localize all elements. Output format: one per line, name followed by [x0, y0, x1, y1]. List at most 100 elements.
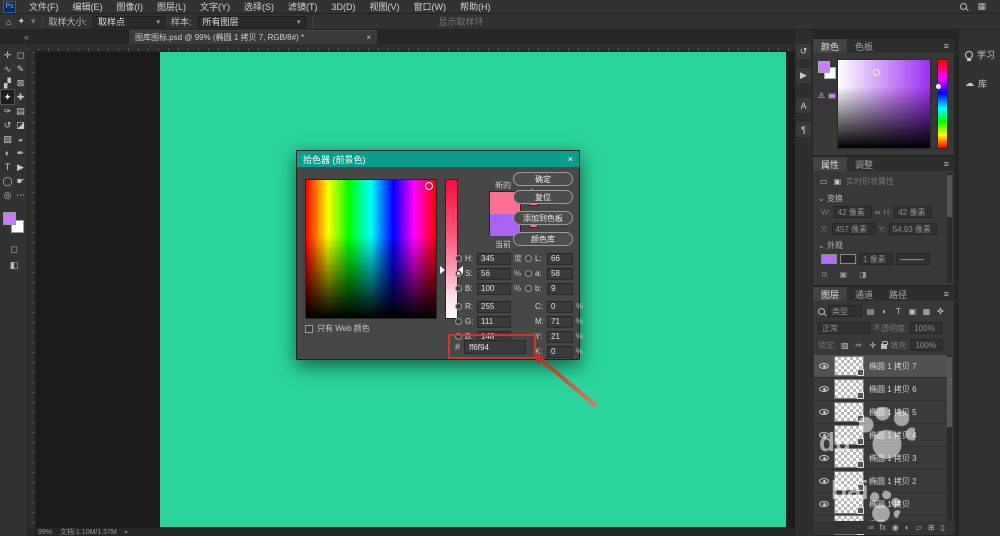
lab-a-input[interactable]: 58 — [547, 268, 573, 280]
menu-help[interactable]: 帮助(H) — [453, 0, 498, 13]
libraries-panel-button[interactable]: ☁ 库 — [965, 77, 987, 90]
hand-tool[interactable]: ☛ — [14, 174, 27, 188]
height-input[interactable]: 42 像素 — [894, 206, 932, 218]
paragraph-panel-icon[interactable]: ¶ — [796, 122, 811, 137]
visibility-eye-icon[interactable] — [819, 363, 829, 369]
move-tool[interactable]: ✛ — [1, 48, 14, 62]
menu-view[interactable]: 视图(V) — [363, 0, 407, 13]
healing-brush-tool[interactable]: ✚ — [14, 90, 27, 104]
layer-name[interactable]: 椭圆 1 拷贝 3 — [869, 453, 917, 464]
filter-smart-object-icon[interactable]: ▦ — [921, 307, 932, 316]
stroke-align-icon[interactable]: ⊙ — [821, 270, 828, 279]
zoom-level[interactable]: 99% — [38, 529, 52, 536]
visibility-eye-icon[interactable] — [819, 501, 829, 507]
lock-position-icon[interactable]: ✛ — [867, 341, 878, 350]
layer-name[interactable]: 椭圆 1 拷贝 — [869, 499, 910, 510]
layer-thumbnail[interactable] — [834, 379, 864, 399]
layer-row[interactable]: 椭圆 1 拷贝 2 — [814, 470, 949, 493]
adjustment-layer-icon[interactable]: ◐ — [905, 523, 910, 532]
stroke-width-input[interactable]: 1 像素 — [859, 253, 893, 265]
menu-type[interactable]: 文字(Y) — [193, 0, 237, 13]
menu-select[interactable]: 选择(S) — [237, 0, 281, 13]
eraser-tool[interactable]: ◪ — [14, 118, 27, 132]
lab-b-input[interactable]: 9 — [547, 283, 573, 295]
green-input[interactable]: 111 — [477, 316, 511, 328]
blur-tool[interactable]: ◒ — [14, 132, 27, 146]
hue-radio[interactable] — [455, 255, 462, 262]
workspace-icon[interactable]: ▦ — [977, 1, 986, 12]
saturation-input[interactable]: 56 — [477, 268, 511, 280]
pen-tool[interactable]: ✒ — [14, 146, 27, 160]
layer-thumbnail[interactable] — [834, 356, 864, 376]
eyedropper-tool[interactable]: ✦ — [1, 90, 14, 104]
color-slider[interactable] — [445, 179, 458, 319]
fill-color-swatch[interactable] — [821, 254, 837, 264]
shape-tool[interactable]: ◯ — [1, 174, 14, 188]
filter-shape-icon[interactable]: ▣ — [907, 307, 918, 316]
opacity-dropdown[interactable]: 100% — [910, 322, 942, 334]
dialog-titlebar[interactable]: 拾色器 (前景色) × — [297, 151, 579, 167]
dodge-tool[interactable]: ◐ — [1, 146, 14, 160]
lab-l-input[interactable]: 66 — [547, 253, 573, 265]
new-layer-icon[interactable]: ⊞ — [928, 523, 935, 532]
black-input[interactable]: 0 — [547, 346, 573, 358]
lab-a-radio[interactable] — [525, 270, 532, 277]
scrollbar[interactable] — [947, 355, 952, 521]
checkbox-icon[interactable] — [305, 325, 313, 333]
menu-window[interactable]: 窗口(W) — [407, 0, 454, 13]
visibility-eye-icon[interactable] — [819, 432, 829, 438]
x-input[interactable]: 457 像素 — [832, 223, 876, 235]
stroke-cap-icon[interactable]: ▣ — [840, 270, 848, 279]
marquee-tool[interactable]: ◻ — [14, 48, 27, 62]
add-to-swatches-button[interactable]: 添加到色板 — [513, 211, 573, 225]
visibility-eye-icon[interactable] — [819, 478, 829, 484]
tab-adjustments[interactable]: 调整 — [847, 157, 881, 171]
cyan-input[interactable]: 0 — [547, 301, 573, 313]
lab-l-radio[interactable] — [525, 255, 532, 262]
blend-mode-dropdown[interactable]: 正常 — [818, 322, 870, 334]
filter-type-dropdown[interactable]: 类型 — [828, 305, 862, 317]
fill-dropdown[interactable]: 100% — [911, 339, 943, 351]
saturation-brightness-field[interactable] — [837, 59, 931, 149]
history-brush-tool[interactable]: ↺ — [1, 118, 14, 132]
gamut-chip[interactable] — [828, 93, 836, 99]
type-tool[interactable]: T — [1, 160, 14, 174]
brightness-input[interactable]: 100 — [477, 283, 511, 295]
filter-text-icon[interactable]: T — [893, 307, 904, 316]
stroke-type-dropdown[interactable]: ——— — [896, 253, 930, 265]
layer-effects-icon[interactable]: fx — [880, 523, 886, 532]
tab-channels[interactable]: 通道 — [847, 287, 881, 301]
brush-tool[interactable]: ✑ — [1, 104, 14, 118]
layer-row[interactable]: 椭圆 1 拷贝 — [814, 493, 949, 516]
panel-menu-icon[interactable]: ≡ — [944, 157, 954, 171]
y-input[interactable]: 54.93 像素 — [889, 223, 937, 235]
eyedropper-tool-icon[interactable]: ✦ — [17, 16, 25, 27]
crop-tool[interactable]: ▞ — [1, 76, 14, 90]
link-layers-icon[interactable]: ∞ — [868, 523, 874, 532]
show-sampling-ring-option[interactable]: 显示取样环 — [439, 15, 484, 28]
layer-name[interactable]: 椭圆 1 拷贝 5 — [869, 407, 917, 418]
ok-button[interactable]: 确定 — [513, 172, 573, 186]
collapse-panels-icon[interactable]: « — [24, 32, 29, 42]
lock-pixels-icon[interactable]: ✑ — [853, 341, 864, 350]
saturation-radio[interactable] — [455, 270, 462, 277]
lock-transparent-icon[interactable]: ▨ — [839, 341, 850, 350]
tab-swatches[interactable]: 色板 — [847, 39, 881, 53]
appearance-section-label[interactable]: ⌄ 外观 — [818, 240, 843, 251]
green-radio[interactable] — [455, 318, 462, 325]
menu-image[interactable]: 图像(I) — [110, 0, 151, 13]
delete-layer-icon[interactable]: ▯ — [941, 523, 945, 532]
magenta-input[interactable]: 71 — [547, 316, 573, 328]
layer-name[interactable]: 椭圆 1 拷贝 7 — [869, 361, 917, 372]
sample-dropdown[interactable]: 所有图层▾ — [198, 16, 306, 28]
layer-thumbnail[interactable] — [834, 402, 864, 422]
status-caret-icon[interactable]: ▸ — [125, 528, 129, 536]
layer-row[interactable]: 椭圆 1 拷贝 6 — [814, 378, 949, 401]
reset-button[interactable]: 复位 — [513, 190, 573, 204]
menu-3d[interactable]: 3D(D) — [325, 2, 363, 12]
panel-menu-icon[interactable]: ≡ — [944, 39, 954, 53]
tab-paths[interactable]: 路径 — [881, 287, 915, 301]
quick-mask-icon[interactable]: ◻ — [0, 244, 28, 255]
lab-b-radio[interactable] — [525, 285, 532, 292]
visibility-eye-icon[interactable] — [819, 386, 829, 392]
